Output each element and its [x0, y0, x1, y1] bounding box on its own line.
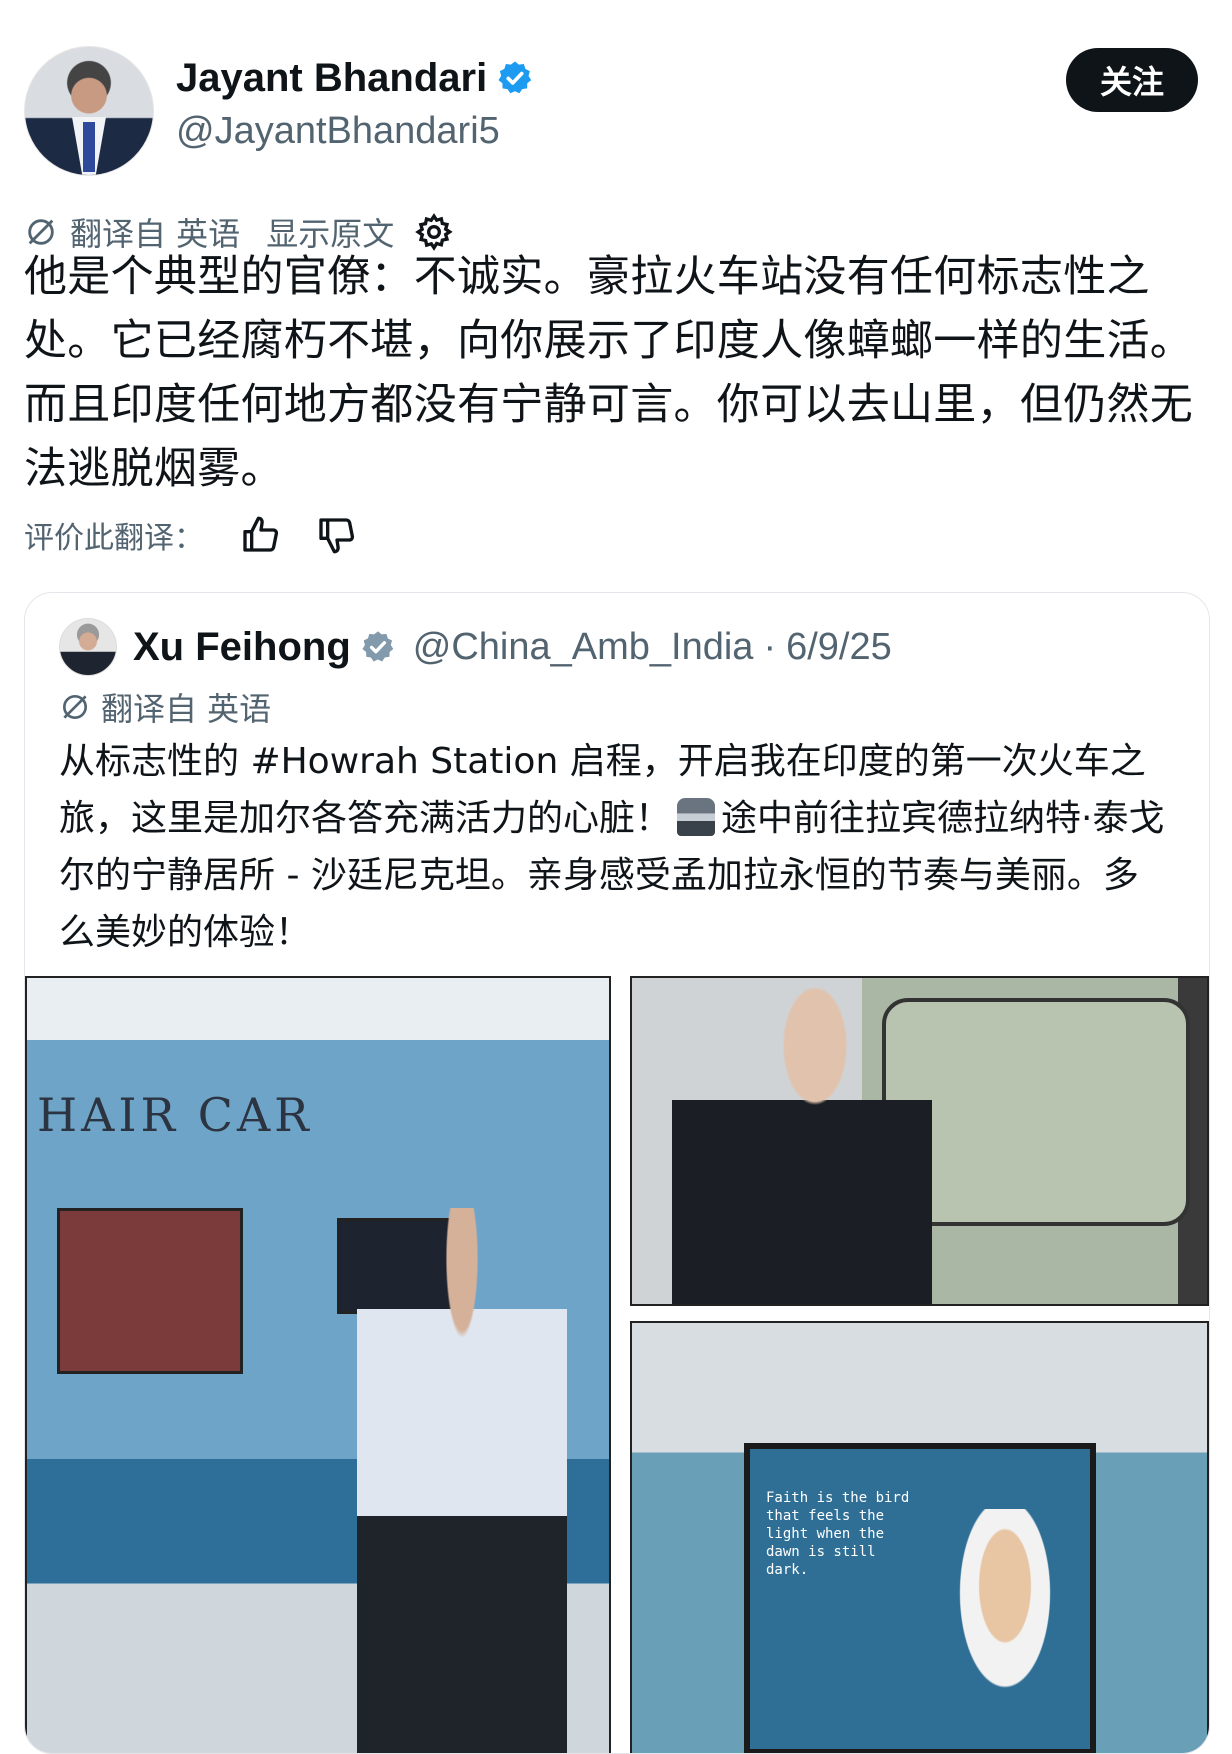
train-window [57, 1208, 243, 1374]
quoted-post-text: 从标志性的 #Howrah Station 启程，开启我在印度的第一次火车之旅，… [59, 733, 1169, 961]
train-car-label: HAIR CAR [37, 1088, 313, 1142]
train-emoji [677, 798, 716, 836]
quoted-post-card[interactable]: Xu Feihong @China_Amb_India · 6/9/25 翻译自… [24, 592, 1210, 1754]
post-header: Jayant Bhandari @JayantBhandari5 关注 [24, 38, 1208, 178]
rate-translation-label: 评价此翻译： [24, 521, 204, 556]
separator-dot: · [763, 625, 777, 668]
thumbs-up-icon[interactable] [240, 515, 280, 555]
quoted-author-avatar[interactable] [59, 618, 117, 676]
photo-tagore-poster[interactable]: Faith is the bird that feels the light w… [630, 1321, 1209, 1753]
author-name-row[interactable]: Jayant Bhandari [176, 54, 533, 102]
author-handle[interactable]: @JayantBhandari5 [176, 106, 533, 156]
quoted-author-handle[interactable]: @China_Amb_India [413, 626, 754, 669]
poster-quote: Faith is the bird that feels the light w… [766, 1490, 910, 1578]
photo-inside-train[interactable] [630, 976, 1209, 1306]
portrait-figure [930, 1509, 1080, 1749]
translate-icon [63, 695, 87, 719]
thumbs-down-icon[interactable] [316, 515, 356, 555]
tagore-poster: Faith is the bird that feels the light w… [744, 1443, 1096, 1753]
photo-train-platform[interactable]: HAIR CAR [25, 976, 611, 1753]
quoted-media-grid: HAIR CAR Faith is the bird that feels th… [25, 976, 1209, 1753]
avatar-tie [83, 122, 95, 172]
person-figure [672, 988, 932, 1304]
rate-translation-row: 评价此翻译： [24, 505, 356, 565]
post-body-text: 他是个典型的官僚：不诚实。豪拉火车站没有任何标志性之处。它已经腐朽不堪，向你展示… [24, 252, 1194, 494]
person-figure [357, 1208, 567, 1753]
quoted-translation-bar: 翻译自 英语 [59, 685, 271, 729]
author-name[interactable]: Jayant Bhandari [176, 54, 487, 102]
verified-badge-icon [498, 61, 532, 94]
translate-icon [28, 219, 54, 245]
author-avatar[interactable] [24, 46, 154, 176]
quoted-translated-from-label: 翻译自 英语 [101, 690, 272, 728]
follow-button[interactable]: 关注 [1066, 48, 1198, 112]
quoted-author-name[interactable]: Xu Feihong [133, 625, 351, 670]
verified-badge-icon [362, 631, 394, 662]
author-info: Jayant Bhandari @JayantBhandari5 [176, 54, 533, 156]
quoted-post-header: Xu Feihong @China_Amb_India · 6/9/25 [59, 617, 892, 677]
quoted-post-date[interactable]: 6/9/25 [786, 626, 892, 669]
